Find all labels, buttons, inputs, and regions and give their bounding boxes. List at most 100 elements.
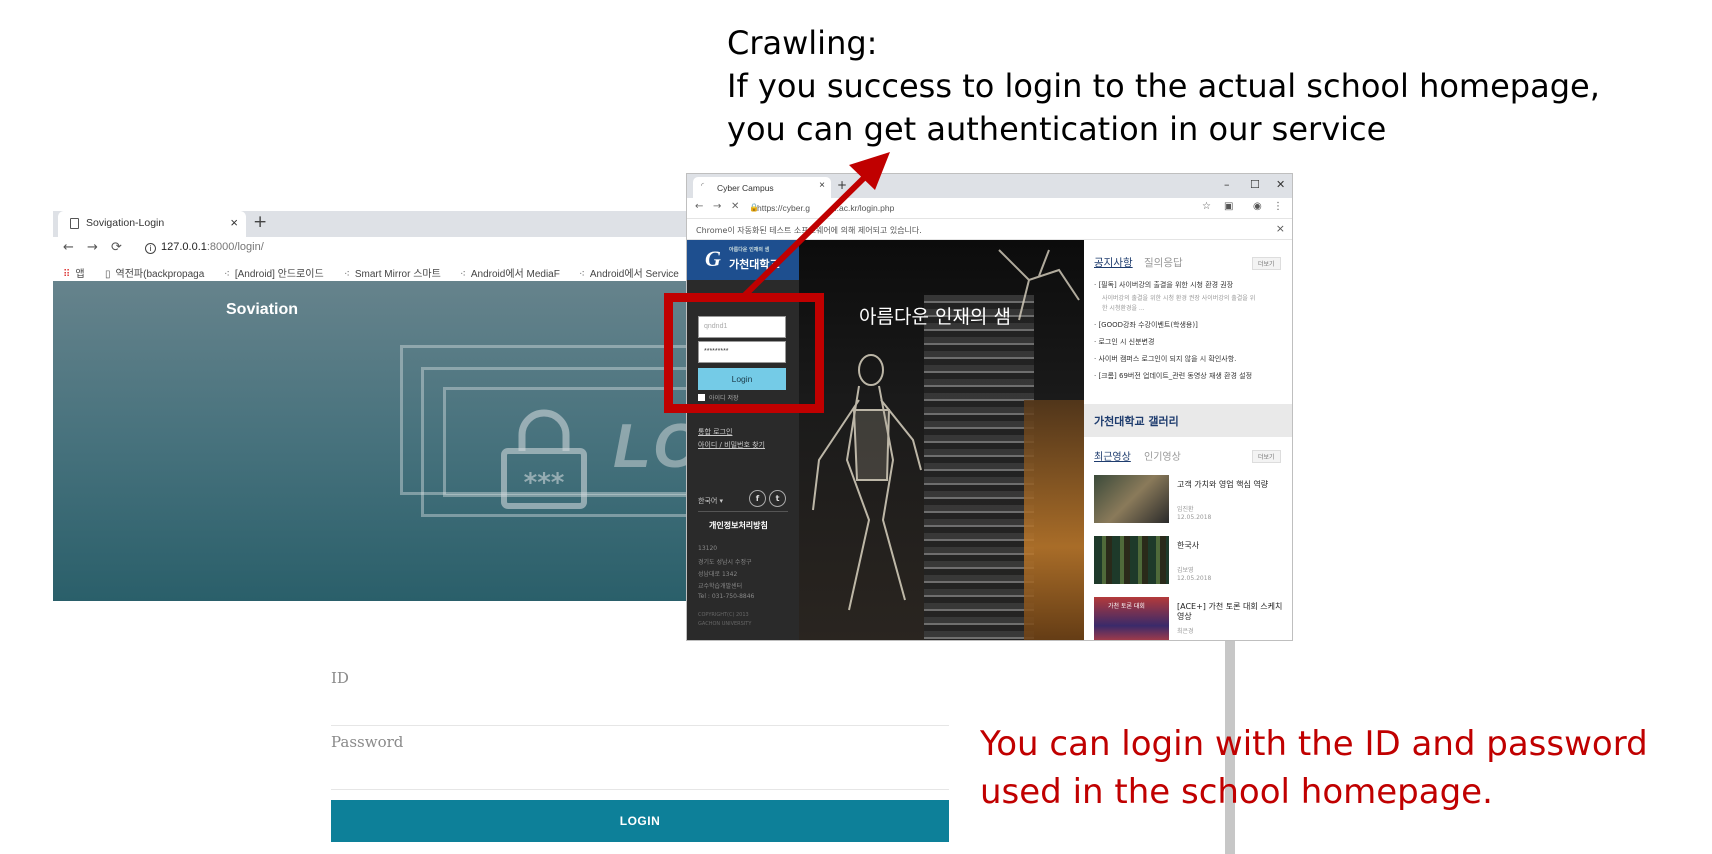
login-highlight-box	[664, 293, 824, 413]
integrated-login-link[interactable]: 통합 로그인	[698, 427, 732, 437]
password-placeholder: Password	[331, 733, 404, 751]
star-icon[interactable]: ☆	[1202, 201, 1211, 212]
notice-item[interactable]: · [GOOD강좌 수강이벤트(학생용)]	[1094, 320, 1198, 330]
video-author: 임진환	[1177, 506, 1194, 513]
bookmark-apps[interactable]: ⠿ 앱	[63, 265, 85, 280]
caption-line: If you success to login to the actual sc…	[727, 67, 1600, 105]
apps-grid-icon: ⠿	[63, 269, 71, 280]
notice-excerpt: 한 시청환경을 ...	[1102, 305, 1145, 312]
tab-qna[interactable]: 질의응답	[1144, 255, 1183, 270]
password-field[interactable]: Password	[331, 726, 949, 790]
tistory-icon: ⁖	[460, 269, 466, 280]
new-tab-button[interactable]: +	[253, 212, 267, 232]
address-line: 13120	[698, 545, 718, 552]
address-bar[interactable]: https://cyber.g n.ac.kr/login.php	[757, 203, 894, 213]
more-button[interactable]: 더보기	[1252, 450, 1281, 463]
video-date: 12.05.2018	[1177, 514, 1212, 521]
tab-popular-videos[interactable]: 인기영상	[1144, 448, 1181, 463]
url-path: :8000/login/	[206, 241, 264, 253]
university-logo[interactable]: G 아름다운 인재의 샘 가천대학교	[687, 240, 799, 280]
new-tab-button[interactable]: +	[837, 178, 847, 192]
facebook-icon[interactable]: f	[749, 490, 766, 507]
bookmark-item[interactable]: ⁖ Android에서 MediaF	[460, 265, 560, 280]
id-field[interactable]: ID	[331, 662, 949, 726]
login-form: ID Password LOGIN	[331, 662, 949, 842]
slide: Sovigation-Login × + ← → ⟳ i 127.0.0.1:80…	[0, 0, 1712, 854]
language-select[interactable]: 한국어 ▾	[698, 496, 723, 506]
video-date: 12.05.2018	[1177, 575, 1212, 582]
back-arrow-icon[interactable]: ←	[695, 201, 703, 212]
automation-infobar: Chrome이 자동화된 테스트 소프트웨어에 의해 제어되고 있습니다. ×	[687, 218, 1292, 240]
login-button[interactable]: LOGIN	[331, 800, 949, 842]
note-line: used in the school homepage.	[980, 772, 1493, 812]
brand-logo[interactable]: Soviation	[226, 301, 298, 319]
notice-item[interactable]: · [크롬] 69버전 업데이트_관련 동영상 재생 환경 설정	[1094, 371, 1252, 381]
copyright-line: COPYRIGHT(C) 2013	[698, 612, 749, 618]
logo-name: 가천대학교	[729, 258, 780, 271]
find-account-link[interactable]: 아이디 / 비밀번호 찾기	[698, 440, 765, 450]
tab-title: Cyber Campus	[717, 183, 774, 193]
address-bar[interactable]: i 127.0.0.1:8000/login/	[145, 241, 264, 254]
forward-arrow-icon[interactable]: →	[87, 240, 98, 255]
notice-item[interactable]: · 사이버 캠퍼스 로그인이 되지 않을 시 확인사항.	[1094, 354, 1236, 364]
notice-item[interactable]: · 로그인 시 신분변경	[1094, 337, 1154, 347]
note-line: You can login with the ID and password	[980, 724, 1648, 764]
divider	[698, 511, 788, 512]
tab-title: Sovigation-Login	[86, 217, 165, 229]
sculpture-figure-image	[812, 354, 922, 611]
notice-item[interactable]: · [필독] 사이버강의 출결을 위한 시청 환경 권장	[1094, 280, 1233, 290]
g-logo-icon: G	[705, 246, 721, 271]
close-icon[interactable]: ×	[230, 215, 238, 230]
notice-panel: 공지사항 질의응답 더보기 · [필독] 사이버강의 출결을 위한 시청 환경 …	[1084, 240, 1292, 640]
tab-strip: ◜ Cyber Campus × + – ☐ ✕	[687, 174, 1292, 198]
copyright-line: GACHON UNIVERSITY	[698, 621, 752, 627]
back-arrow-icon[interactable]: ←	[63, 240, 74, 255]
reload-icon[interactable]: ⟳	[111, 240, 122, 255]
privacy-policy-link[interactable]: 개인정보처리방침	[709, 520, 768, 531]
maximize-icon[interactable]: ☐	[1250, 178, 1260, 191]
video-thumbnail[interactable]: 가천 토론 대회	[1094, 597, 1169, 640]
forward-arrow-icon[interactable]: →	[713, 201, 721, 212]
logo-tagline: 아름다운 인재의 샘	[729, 247, 770, 253]
bookmark-item[interactable]: ⁖ Smart Mirror 스마트	[344, 265, 441, 280]
tistory-icon: ⁖	[344, 269, 350, 280]
building-lights	[1024, 400, 1084, 640]
twitter-icon[interactable]: t	[769, 490, 786, 507]
id-placeholder: ID	[331, 669, 349, 687]
caption-line: you can get authentication in our servic…	[727, 110, 1387, 148]
tab-recent-videos[interactable]: 최근영상	[1094, 448, 1131, 463]
crawling-caption: Crawling: If you success to login to the…	[727, 22, 1600, 151]
minimize-icon[interactable]: –	[1224, 178, 1230, 191]
address-line: Tel : 031-750-8846	[698, 593, 755, 600]
video-title[interactable]: 고객 가치와 영업 핵심 역량	[1177, 480, 1287, 490]
menu-dots-icon[interactable]: ⋮	[1273, 201, 1283, 212]
account-icon[interactable]: ◉	[1253, 201, 1262, 212]
campus-slogan: 아름다운 인재의 샘	[859, 306, 1011, 328]
close-icon[interactable]: ×	[819, 180, 825, 191]
window-close-icon[interactable]: ✕	[1276, 178, 1285, 191]
video-title[interactable]: 한국사	[1177, 541, 1287, 551]
tab-cyber-campus[interactable]: ◜ Cyber Campus ×	[693, 177, 831, 198]
tab-notices[interactable]: 공지사항	[1094, 255, 1133, 270]
address-line: 경기도 성남시 수정구	[698, 559, 752, 566]
lock-asterisks: ***	[524, 468, 565, 498]
address-line: 성남대로 1342	[698, 571, 738, 578]
bookmark-item[interactable]: ⁖ [Android] 안드로이드	[224, 265, 324, 280]
video-thumbnail[interactable]	[1094, 536, 1169, 584]
bookmark-item[interactable]: ⁖ Android에서 Service	[579, 265, 679, 280]
video-title[interactable]: [ACE+] 가천 토론 대회 스케치 영상	[1177, 602, 1287, 622]
gallery-header: 가천대학교 갤러리	[1084, 404, 1292, 437]
video-thumbnail[interactable]	[1094, 475, 1169, 523]
loading-icon: ◜	[701, 181, 705, 190]
extension-icon[interactable]: ▣	[1224, 201, 1233, 212]
page-icon	[70, 218, 79, 229]
close-icon[interactable]: ×	[1276, 222, 1285, 235]
gallery-title: 가천대학교 갤러리	[1094, 415, 1179, 428]
stop-icon[interactable]: ✕	[731, 201, 739, 212]
more-button[interactable]: 더보기	[1252, 257, 1281, 270]
tab-soviation-login[interactable]: Sovigation-Login ×	[58, 211, 246, 237]
video-author: 최은경	[1177, 628, 1194, 635]
building-image	[924, 295, 1034, 640]
bookmark-item[interactable]: ▯ 역전파(backpropaga	[105, 265, 204, 280]
info-icon: i	[145, 243, 156, 254]
